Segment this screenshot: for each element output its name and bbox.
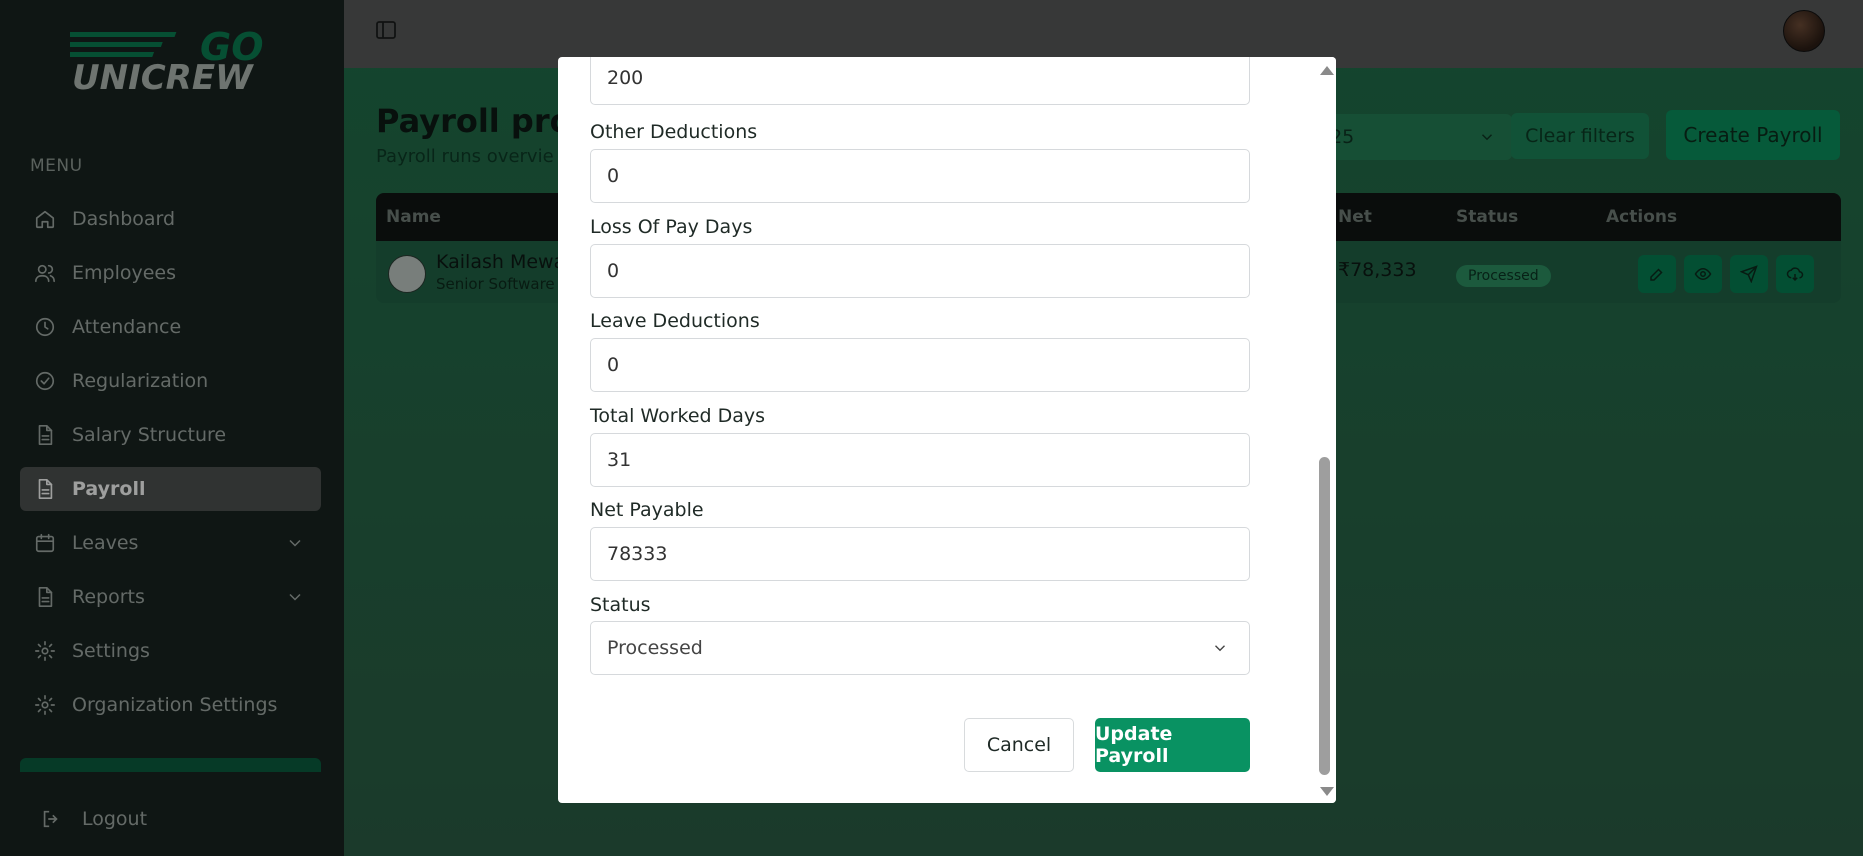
deduction-field[interactable]: 200 <box>590 57 1250 105</box>
edit-payroll-modal: 200 Other Deductions 0 Loss Of Pay Days … <box>558 57 1336 803</box>
other-deductions-label: Other Deductions <box>590 121 758 143</box>
status-select-value: Processed <box>607 637 703 659</box>
chevron-down-icon <box>1211 639 1229 657</box>
other-deductions-field[interactable]: 0 <box>590 149 1250 203</box>
scroll-up-arrow[interactable] <box>1320 66 1334 75</box>
status-select[interactable]: Processed <box>590 621 1250 675</box>
leave-deductions-label: Leave Deductions <box>590 310 760 332</box>
scrollbar-thumb[interactable] <box>1319 457 1330 775</box>
loss-of-pay-days-field[interactable]: 0 <box>590 244 1250 298</box>
status-label: Status <box>590 594 651 616</box>
net-payable-label: Net Payable <box>590 499 704 521</box>
leave-deductions-field[interactable]: 0 <box>590 338 1250 392</box>
loss-of-pay-days-label: Loss Of Pay Days <box>590 216 753 238</box>
total-worked-days-label: Total Worked Days <box>590 405 766 427</box>
update-payroll-button[interactable]: Update Payroll <box>1095 718 1250 772</box>
total-worked-days-field[interactable]: 31 <box>590 433 1250 487</box>
cancel-button[interactable]: Cancel <box>964 718 1074 772</box>
scroll-down-arrow[interactable] <box>1320 787 1334 796</box>
net-payable-field[interactable]: 78333 <box>590 527 1250 581</box>
